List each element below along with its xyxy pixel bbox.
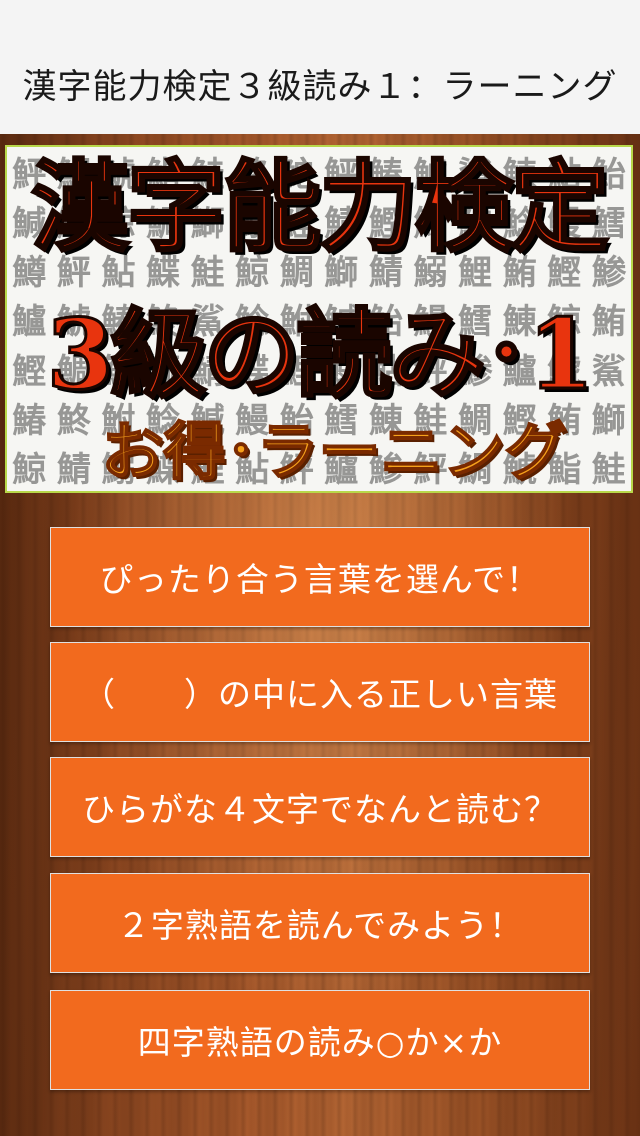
menu-button-fill-blank[interactable]: （ ）の中に入る正しい言葉 xyxy=(50,642,590,742)
menu-button-label: ひらがな４文字でなんと読む？ xyxy=(82,790,558,829)
menu-button-hiragana-reading[interactable]: ひらがな４文字でなんと読む？ xyxy=(50,757,590,857)
title-bar: 漢字能力検定３級読み１：ラーニング xyxy=(0,0,640,134)
banner-subtitle: 3級の読み･1 xyxy=(45,298,596,411)
banner-image: 鮃鯛鯱鮨鮭鮗鮀鮃鰆鯱鯊鯟鮎鮐鰔鮒鯨鯛鰤鰯鯉鯖鰹鮪鮫鯰鰻鱈鱒鮃鮎鰈鮭鯨鯛鰤鯖鰯鯉鮪… xyxy=(5,145,633,493)
menu-button-label: ２字熟語を読んでみよう！ xyxy=(116,906,524,945)
menu-button-four-char-idiom[interactable]: 四字熟語の読み○か×か xyxy=(50,990,590,1090)
menu-button-label: 四字熟語の読み○か×か xyxy=(137,1023,503,1062)
menu-button-label: （ ）の中に入る正しい言葉 xyxy=(82,675,558,714)
banner-title: 漢字能力検定 xyxy=(29,150,610,265)
menu-button-label: ぴったり合う言葉を選んで！ xyxy=(99,560,541,599)
menu-button-two-char-compound[interactable]: ２字熟語を読んでみよう！ xyxy=(50,873,590,973)
page-title: 漢字能力検定３級読み１：ラーニング xyxy=(22,66,618,107)
menu-button-choose-word[interactable]: ぴったり合う言葉を選んで！ xyxy=(50,527,590,627)
banner-tagline: お得･ラーニング xyxy=(100,415,567,488)
